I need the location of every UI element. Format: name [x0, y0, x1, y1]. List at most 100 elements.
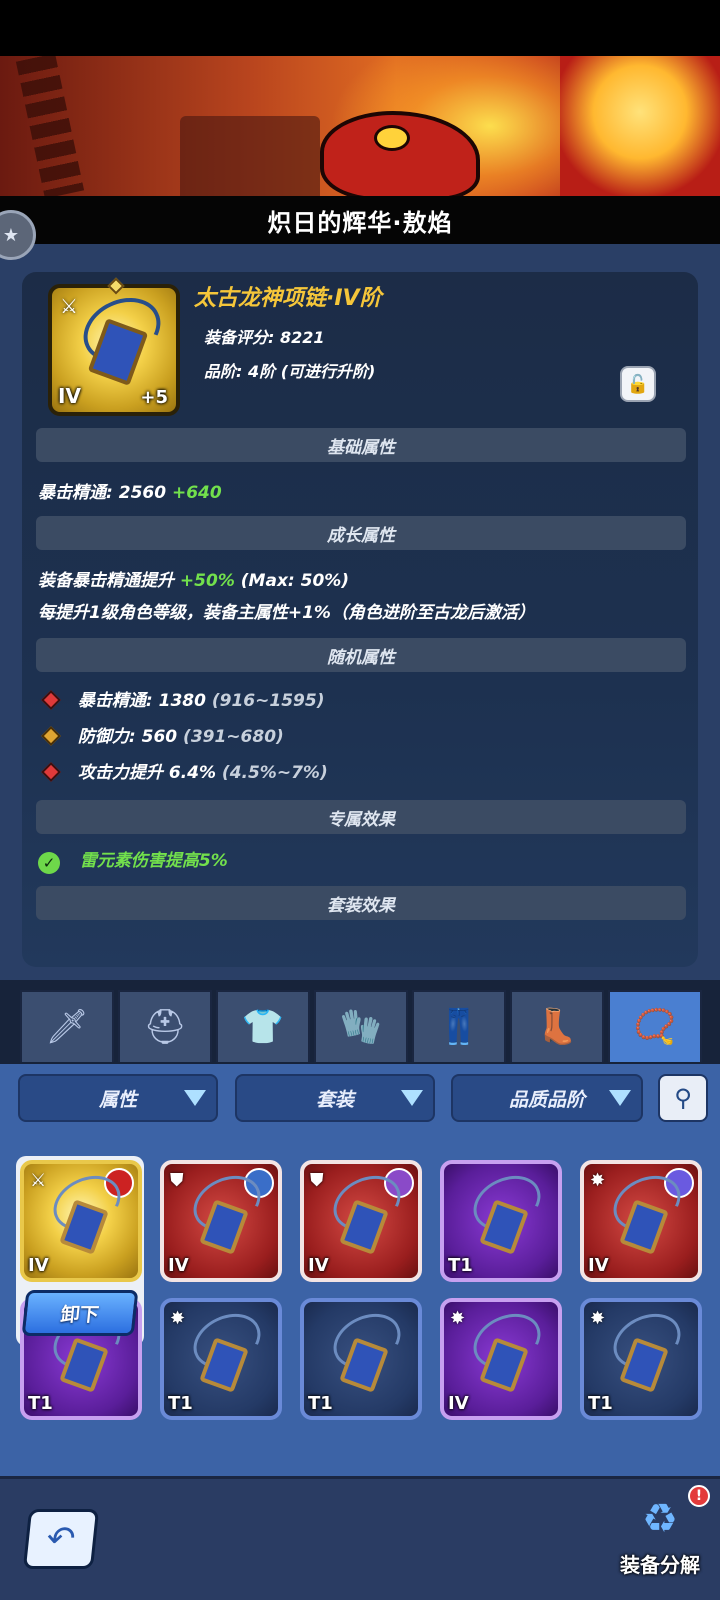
clear-filter-button[interactable]: ⚲: [658, 1074, 708, 1122]
section-base-header: 基础属性: [36, 428, 686, 462]
chevron-down-icon: [401, 1090, 423, 1106]
attribute-filter-dropdown[interactable]: 属性: [18, 1074, 218, 1122]
check-icon: ✓: [38, 852, 60, 874]
item-grade: 品阶: 4阶 (可进行升阶): [204, 358, 375, 382]
equipment-slot-tabs: 🗡 ⛑ 👕 🧤 👖 👢 📿: [0, 980, 720, 1064]
card-tier: T1: [168, 1393, 193, 1414]
item-enhance-level: +5: [140, 387, 168, 408]
inventory-card[interactable]: ✸ IV: [440, 1298, 562, 1420]
base-stat-label: 暴击精通:: [38, 483, 113, 503]
decompose-button[interactable]: ♻ ! 装备分解: [610, 1485, 710, 1591]
inventory-card[interactable]: T1: [440, 1160, 562, 1282]
inventory-card[interactable]: ✸ T1: [160, 1298, 282, 1420]
section-exclusive-header: 专属效果: [36, 800, 686, 834]
red-diamond-icon: [41, 690, 61, 710]
tab-boots[interactable]: 👢: [510, 990, 604, 1062]
card-tier: IV: [168, 1255, 189, 1276]
inventory-card[interactable]: ⚔ IV: [20, 1160, 142, 1282]
growth-prefix: 装备暴击精通提升: [38, 571, 174, 591]
base-stat-line: 暴击精通: 2560 +640: [38, 478, 222, 503]
tower-silhouette: [180, 116, 320, 196]
lock-button[interactable]: 🔓: [620, 366, 656, 402]
unequip-button[interactable]: 卸下: [21, 1290, 139, 1336]
inventory-card[interactable]: ⛊ IV: [300, 1160, 422, 1282]
section-set-header: 套装效果: [36, 886, 686, 920]
section-growth-header: 成长属性: [36, 516, 686, 550]
chevron-down-icon: [184, 1090, 206, 1106]
growth-line-2: 每提升1级角色等级，装备主属性+1%（角色进阶至古龙后激活）: [38, 603, 535, 623]
card-tier: T1: [448, 1255, 473, 1276]
avatar-icon: ★: [2, 224, 20, 246]
hero-title: 炽日的辉华·敖焰: [267, 208, 453, 237]
growth-line-1: 装备暴击精通提升 +50% (Max: 50%): [38, 566, 349, 591]
helmet-icon: ⛑: [143, 1007, 187, 1047]
inventory-card[interactable]: ✸ T1: [580, 1298, 702, 1420]
tab-bracer[interactable]: 🧤: [314, 990, 408, 1062]
item-name: 太古龙神项链·IV阶: [194, 286, 382, 311]
random-stat-label: 暴击精通: 1380: [77, 691, 206, 711]
item-score: 装备评分: 8221: [204, 324, 325, 348]
shield-icon: ⛊: [310, 1170, 324, 1191]
filter-icon: ⚲: [674, 1084, 692, 1112]
set-filter-label: 套装: [315, 1088, 354, 1111]
quality-filter-dropdown[interactable]: 品质品阶: [451, 1074, 643, 1122]
random-stat-row: 防御力: 560 (391~680): [38, 722, 284, 747]
set-filter-dropdown[interactable]: 套装: [235, 1074, 435, 1122]
armor-icon: 👕: [241, 1007, 285, 1047]
shield-icon: ⛊: [170, 1170, 184, 1191]
tab-weapon[interactable]: 🗡: [20, 990, 114, 1062]
recycle-icon: ♻ !: [630, 1485, 710, 1547]
star-burst-icon: ✸: [590, 1170, 606, 1191]
quality-filter-label: 品质品阶: [508, 1088, 585, 1111]
base-stat-value: 2560: [118, 483, 167, 503]
sword-icon: ⚔: [60, 294, 78, 318]
exclusive-effect-row: ✓ 雷元素伤害提高5%: [38, 846, 228, 874]
pip-icon: [107, 277, 125, 295]
bottom-bar: ↶ ♻ ! 装备分解: [0, 1476, 720, 1600]
grade-note: (可进行升阶): [280, 362, 376, 381]
star-burst-icon: ✸: [450, 1308, 466, 1329]
exclusive-effect-text: 雷元素伤害提高5%: [79, 851, 228, 871]
inventory-card[interactable]: ✸ IV: [580, 1160, 702, 1282]
pants-icon: 👖: [437, 1007, 481, 1047]
card-tier: IV: [308, 1255, 329, 1276]
score-label: 装备评分:: [204, 328, 275, 347]
flame-illustration: [560, 56, 720, 196]
inventory-card[interactable]: ⛊ IV: [160, 1160, 282, 1282]
card-tier: IV: [448, 1393, 469, 1414]
section-random-header: 随机属性: [36, 638, 686, 672]
card-tier: T1: [308, 1393, 333, 1414]
tab-armor[interactable]: 👕: [216, 990, 310, 1062]
attribute-filter-label: 属性: [98, 1088, 137, 1111]
back-button[interactable]: ↶: [22, 1509, 100, 1569]
grade-value: 4阶: [247, 362, 276, 381]
red-diamond-icon: [41, 762, 61, 782]
star-burst-icon: ✸: [170, 1308, 186, 1329]
sword-icon: 🗡: [45, 1007, 89, 1047]
tab-pants[interactable]: 👖: [412, 990, 506, 1062]
random-stat-label: 防御力: 560: [77, 727, 178, 747]
status-bar: [0, 0, 720, 56]
lock-icon: 🔓: [626, 373, 650, 395]
grade-label: 品阶:: [204, 362, 243, 381]
random-stat-range: (391~680): [183, 727, 284, 747]
item-detail-panel: ⚔ IV +5 太古龙神项链·IV阶 装备评分: 8221 品阶: 4阶 (可进…: [22, 272, 698, 967]
necklace-icon: 📿: [633, 1007, 677, 1047]
hero-title-bar: 炽日的辉华·敖焰: [0, 196, 720, 244]
score-value: 8221: [279, 328, 325, 347]
card-tier: T1: [28, 1393, 53, 1414]
base-stat-bonus: +640: [171, 483, 222, 503]
hero-banner: [0, 56, 720, 196]
tab-necklace[interactable]: 📿: [608, 990, 702, 1062]
growth-bonus: +50%: [179, 571, 235, 591]
random-stat-range: (916~1595): [211, 691, 325, 711]
back-arrow-icon: ↶: [44, 1519, 78, 1559]
random-stat-range: (4.5%~7%): [221, 763, 328, 783]
chevron-down-icon: [609, 1090, 631, 1106]
inventory-card[interactable]: T1: [300, 1298, 422, 1420]
tab-helmet[interactable]: ⛑: [118, 990, 212, 1062]
random-stat-row: 暴击精通: 1380 (916~1595): [38, 686, 324, 711]
boots-icon: 👢: [535, 1007, 579, 1047]
star-burst-icon: ✸: [590, 1308, 606, 1329]
card-tier: T1: [588, 1393, 613, 1414]
